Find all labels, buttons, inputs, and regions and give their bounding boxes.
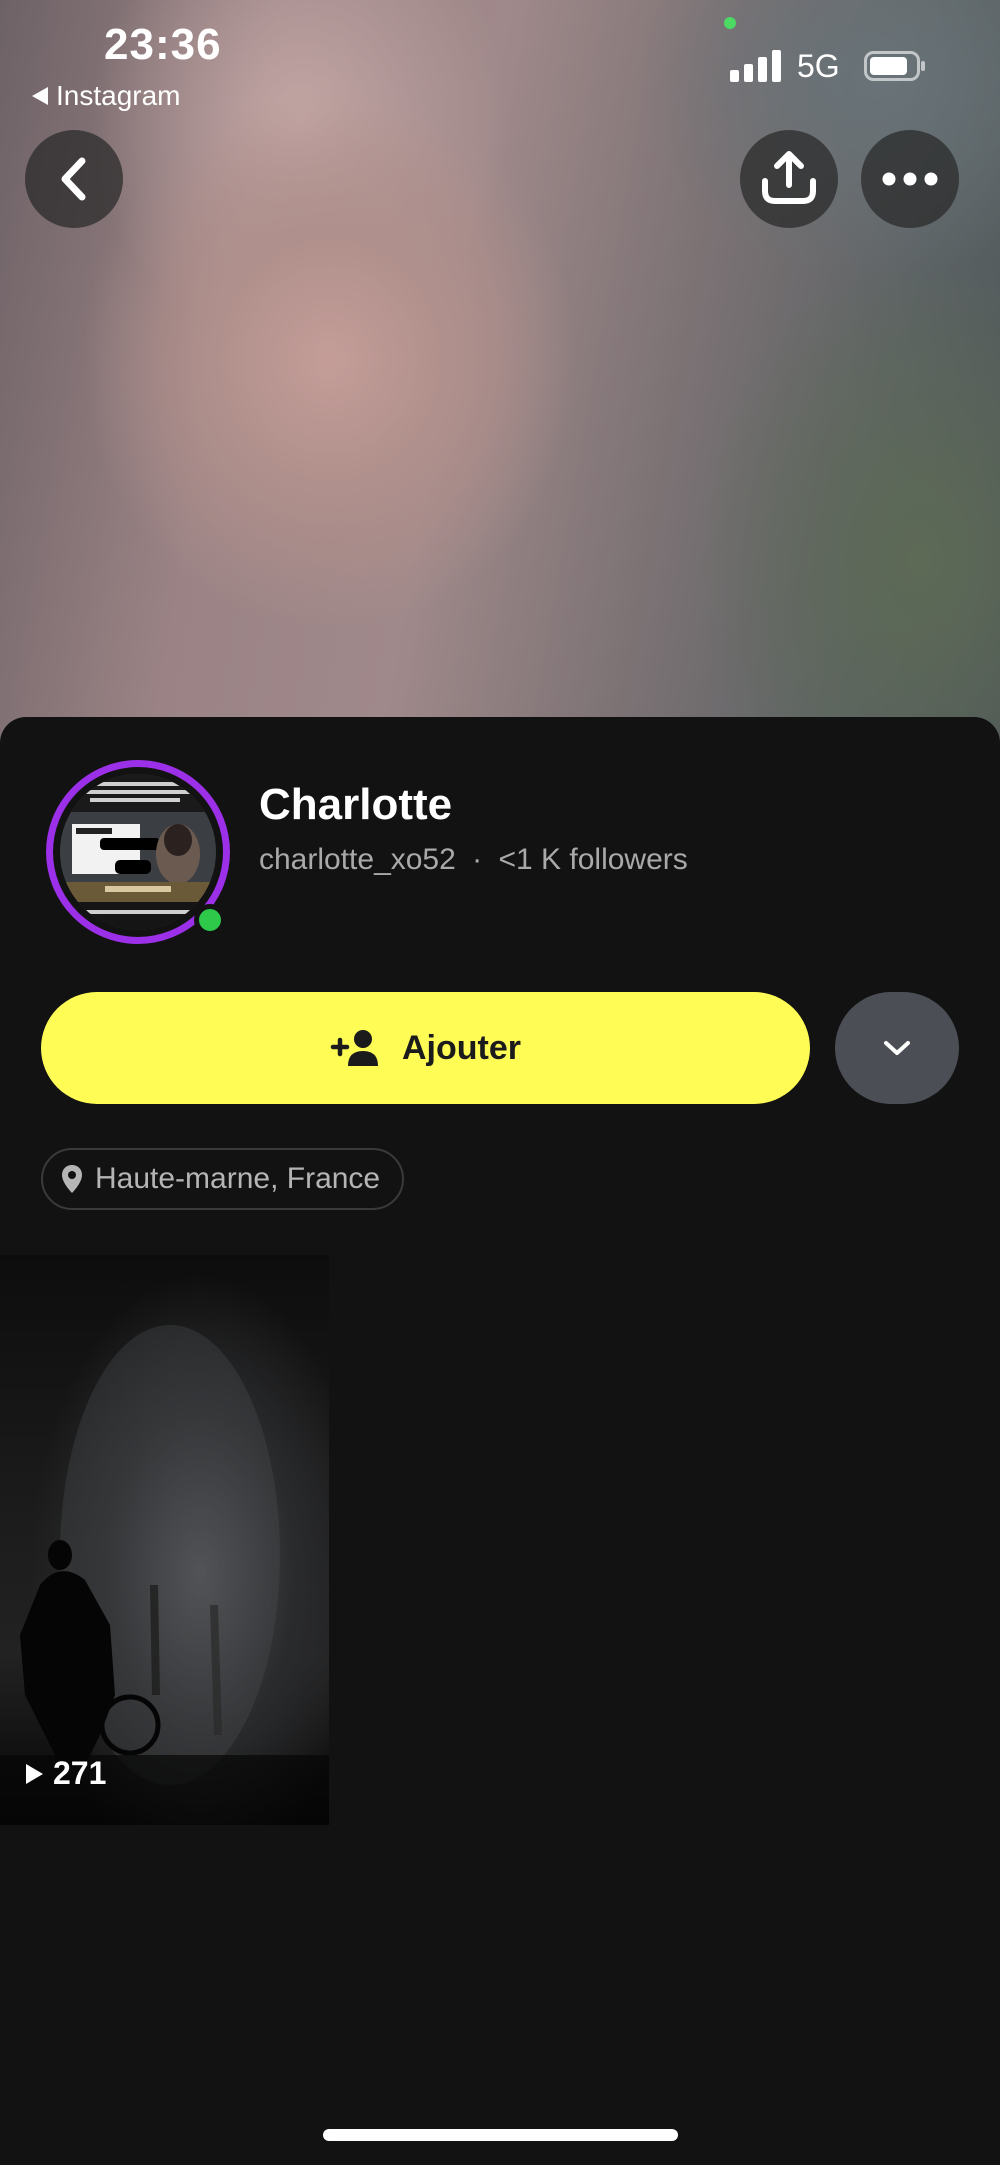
status-time: 23:36 [104, 20, 222, 69]
follower-count: <1 K followers [498, 843, 688, 876]
signal-icon [730, 50, 782, 82]
back-icon [61, 157, 86, 201]
view-count-label: 271 [53, 1755, 107, 1791]
share-button[interactable] [740, 130, 838, 228]
more-options-button[interactable] [861, 130, 959, 228]
profile-subtitle: charlotte_xo52 · <1 K followers [259, 843, 688, 877]
add-button-label: Ajouter [402, 1028, 521, 1067]
back-button[interactable] [25, 130, 123, 228]
public-story-thumbnail[interactable] [0, 1255, 329, 1825]
play-icon [26, 1763, 43, 1784]
location-chip[interactable]: Haute-marne, France [41, 1148, 405, 1210]
location-pin-icon [62, 1165, 82, 1193]
add-friend-button[interactable]: Ajouter [41, 992, 810, 1104]
privacy-indicator [724, 17, 736, 29]
more-options-icon [882, 172, 938, 186]
back-arrow-icon [32, 87, 48, 105]
home-indicator[interactable] [323, 2129, 678, 2141]
battery-icon [864, 51, 925, 81]
more-actions-dropdown-button[interactable] [835, 992, 959, 1104]
add-friend-icon [330, 1030, 378, 1066]
separator: · [472, 843, 483, 876]
online-status-indicator [194, 904, 226, 936]
location-label: Haute-marne, France [95, 1162, 381, 1195]
profile-screen: 23:36 Instagram 5G Charlotte charlotte_x… [0, 0, 1000, 2165]
network-type: 5G [797, 48, 840, 84]
display-name: Charlotte [259, 780, 453, 829]
back-to-app-link[interactable]: Instagram [32, 80, 181, 112]
avatar-image [60, 774, 216, 930]
back-app-label: Instagram [56, 80, 181, 111]
profile-header-background [0, 0, 1000, 760]
avatar[interactable] [60, 774, 216, 930]
story-view-count: 271 [26, 1755, 106, 1792]
username: charlotte_xo52 [259, 843, 456, 876]
story-image [0, 1325, 329, 1825]
share-icon [762, 151, 816, 204]
chevron-down-icon [884, 1041, 910, 1055]
